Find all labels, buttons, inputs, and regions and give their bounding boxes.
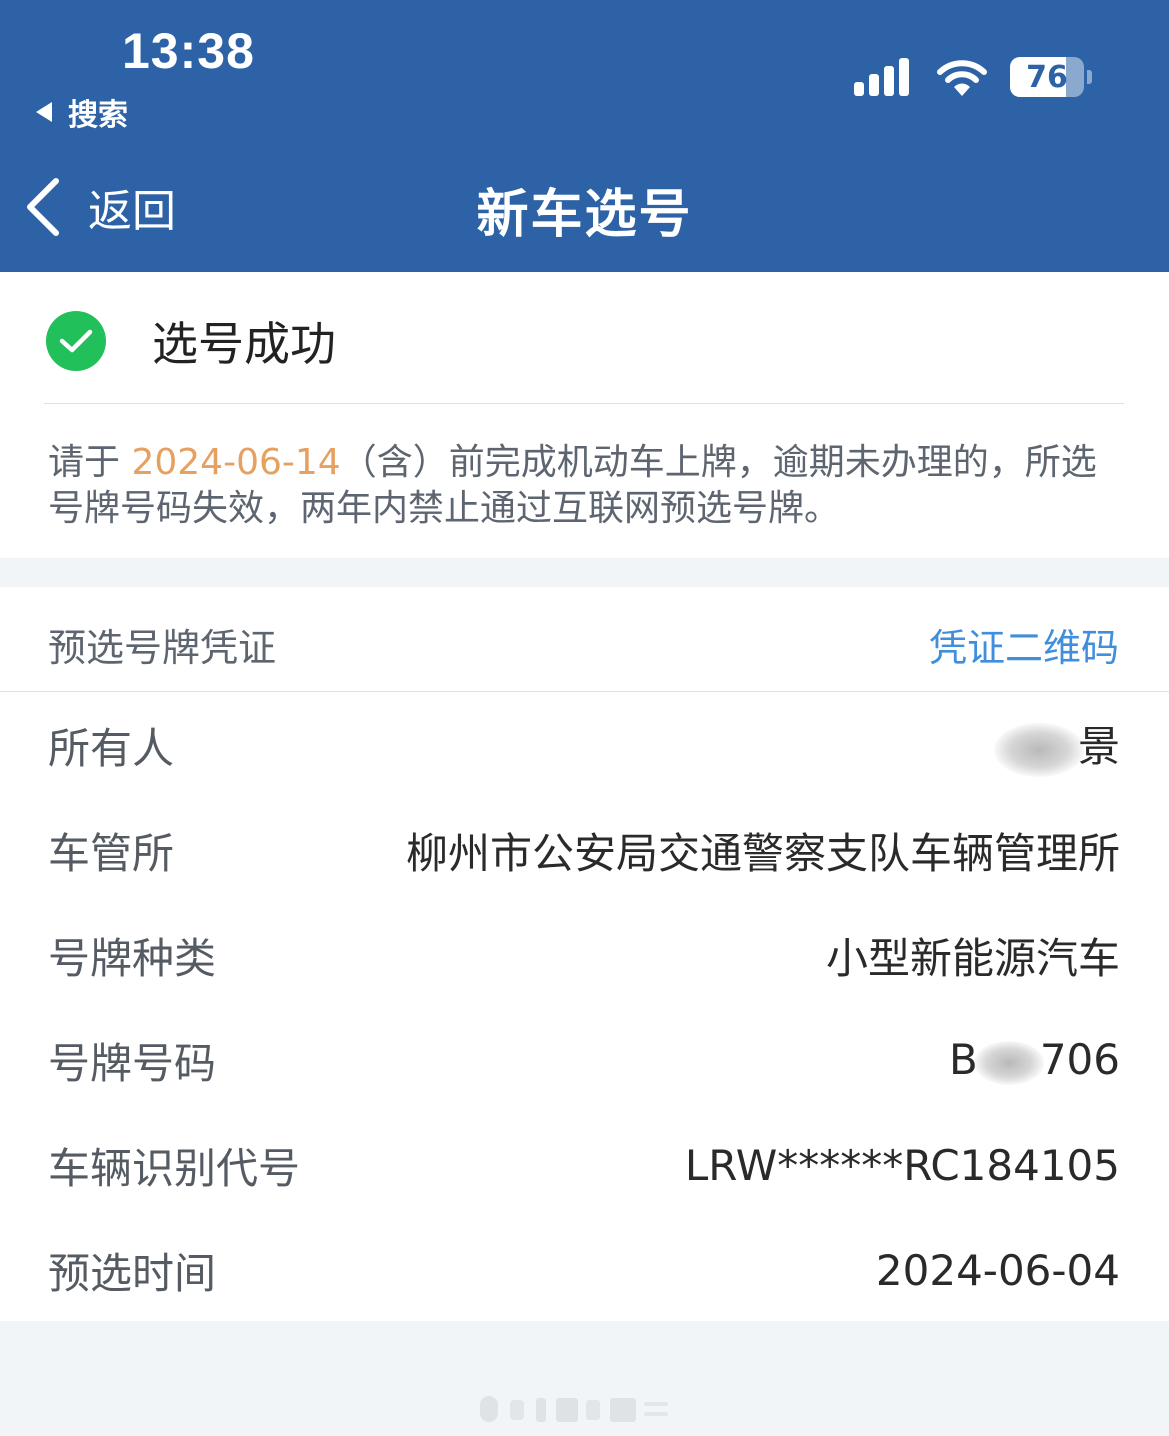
deadline-notice: 请于 2024-06-14（含）前完成机动车上牌，逾期未办理的，所选号牌号码失效… bbox=[48, 440, 1128, 532]
app-header: 13:38 搜索 76 返回 新车选号 bbox=[0, 0, 1169, 272]
wifi-icon bbox=[937, 60, 987, 96]
row-plate-type: 号牌种类 小型新能源汽车 bbox=[48, 925, 1120, 985]
vin-label: 车辆识别代号 bbox=[48, 1143, 301, 1193]
vin-value: LRW******RC184105 bbox=[684, 1140, 1120, 1190]
voucher-title: 预选号牌凭证 bbox=[48, 626, 277, 670]
page-title: 新车选号 bbox=[476, 185, 693, 245]
owner-value: 景 bbox=[993, 713, 1120, 777]
status-time: 13:38 bbox=[122, 23, 255, 79]
redaction-blur bbox=[993, 722, 1084, 777]
selection-date-value: 2024-06-04 bbox=[875, 1245, 1120, 1295]
check-circle-icon bbox=[46, 311, 106, 371]
notice-prefix: 请于 bbox=[48, 442, 121, 483]
back-app-label: 搜索 bbox=[68, 98, 128, 133]
status-icons: 76 bbox=[854, 52, 1092, 102]
back-triangle-icon bbox=[36, 102, 52, 122]
deadline-date: 2024-06-14 bbox=[131, 442, 341, 483]
vehicle-office-value: 柳州市公安局交通警察支队车辆管理所 bbox=[405, 828, 1120, 878]
back-to-app-button[interactable]: 搜索 bbox=[36, 90, 128, 134]
vehicle-office-label: 车管所 bbox=[48, 828, 175, 878]
owner-label: 所有人 bbox=[48, 723, 175, 773]
row-vin: 车辆识别代号 LRW******RC184105 bbox=[48, 1135, 1120, 1195]
divider bbox=[44, 403, 1124, 404]
battery-tip bbox=[1087, 70, 1092, 84]
row-selection-date: 预选时间 2024-06-04 bbox=[48, 1240, 1120, 1300]
success-status: 选号成功 bbox=[46, 308, 336, 374]
plate-number-label: 号牌号码 bbox=[48, 1038, 217, 1088]
row-vehicle-office: 车管所 柳州市公安局交通警察支队车辆管理所 bbox=[48, 820, 1120, 880]
qr-code-link[interactable]: 凭证二维码 bbox=[929, 617, 1119, 672]
owner-value-text: 景 bbox=[1077, 722, 1120, 772]
watermark-logo bbox=[480, 1396, 668, 1422]
battery-icon: 76 bbox=[1010, 57, 1084, 97]
plate-type-label: 号牌种类 bbox=[48, 933, 217, 983]
voucher-card: 预选号牌凭证 凭证二维码 所有人 景 车管所 柳州市公安局交通警察支队车辆管理所… bbox=[0, 587, 1169, 1321]
row-plate-number: 号牌号码 B 706 bbox=[48, 1030, 1120, 1090]
row-owner: 所有人 景 bbox=[48, 713, 1120, 777]
cellular-signal-icon bbox=[854, 58, 914, 96]
battery-level: 76 bbox=[1026, 59, 1068, 95]
plate-number-suffix: 706 bbox=[1039, 1035, 1120, 1085]
result-card: 选号成功 请于 2024-06-14（含）前完成机动车上牌，逾期未办理的，所选号… bbox=[0, 272, 1169, 558]
plate-number-value: B 706 bbox=[949, 1035, 1120, 1085]
redaction-blur bbox=[973, 1040, 1044, 1085]
plate-type-value: 小型新能源汽车 bbox=[825, 933, 1120, 983]
success-text: 选号成功 bbox=[152, 317, 336, 371]
selection-date-label: 预选时间 bbox=[48, 1248, 217, 1298]
voucher-header: 预选号牌凭证 凭证二维码 bbox=[0, 587, 1169, 692]
